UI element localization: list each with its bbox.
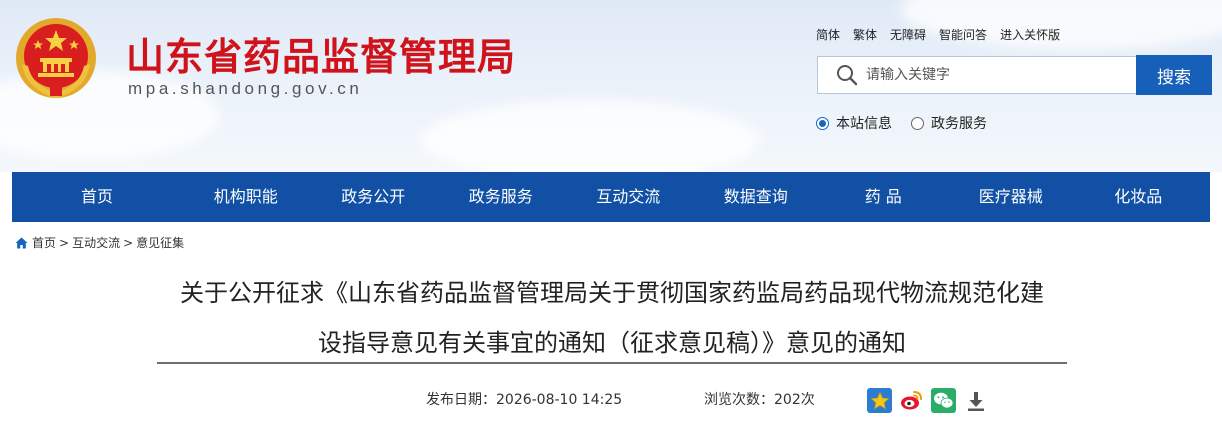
nav-public-affairs[interactable]: 政务公开	[310, 172, 438, 222]
link-care-mode[interactable]: 进入关怀版	[1000, 26, 1060, 44]
site-title: 山东省药品监督管理局	[126, 35, 517, 79]
publish-date: 发布日期：2026-08-10 14:25	[426, 392, 623, 408]
home-icon	[15, 237, 28, 248]
article-title-line: 设指导意见有关事宜的通知（征求意见稿）》意见的通知	[318, 329, 906, 357]
national-emblem-icon	[16, 18, 96, 98]
nav-organization[interactable]: 机构职能	[182, 172, 310, 222]
share-bar	[867, 388, 988, 413]
title-divider	[157, 362, 1067, 364]
search-button[interactable]: 搜索	[1136, 55, 1212, 95]
site-domain: mpa.shandong.gov.cn	[128, 79, 363, 98]
scope-label: 政务服务	[931, 116, 987, 132]
nav-medical-devices[interactable]: 医疗器械	[947, 172, 1075, 222]
site-header: 山东省药品监督管理局 mpa.shandong.gov.cn 简体 繁体 无障碍…	[0, 0, 1222, 172]
view-count: 浏览次数：202次	[704, 392, 815, 408]
link-smart-qa[interactable]: 智能问答	[939, 26, 987, 44]
nav-government-services[interactable]: 政务服务	[437, 172, 565, 222]
scope-site-info[interactable]: 本站信息	[816, 113, 892, 133]
radio-selected-icon[interactable]	[816, 116, 829, 130]
search-box	[817, 56, 1137, 94]
link-accessibility[interactable]: 无障碍	[890, 26, 926, 44]
search-input[interactable]	[866, 67, 1116, 83]
top-links: 简体 繁体 无障碍 智能问答 进入关怀版	[816, 26, 1060, 44]
breadcrumb-separator: >	[59, 235, 70, 250]
weibo-icon[interactable]	[899, 388, 924, 413]
link-simplified[interactable]: 简体	[816, 26, 840, 44]
breadcrumb-separator: >	[123, 235, 134, 250]
main-nav: 首页 机构职能 政务公开 政务服务 互动交流 数据查询 药 品 医疗器械 化妆品	[12, 172, 1210, 222]
article-title-line: 关于公开征求《山东省药品监督管理局关于贯彻国家药监局药品现代物流规范化建	[180, 279, 1044, 307]
scope-government-services[interactable]: 政务服务	[911, 113, 987, 133]
nav-cosmetics[interactable]: 化妆品	[1075, 172, 1203, 222]
link-traditional[interactable]: 繁体	[853, 26, 877, 44]
breadcrumb: 首页 > 互动交流 > 意见征集	[15, 234, 184, 251]
search-scope: 本站信息 政务服务	[816, 113, 987, 133]
breadcrumb-interaction[interactable]: 互动交流	[72, 234, 120, 251]
scope-label: 本站信息	[836, 116, 892, 132]
favorite-star-icon[interactable]	[867, 388, 892, 413]
breadcrumb-opinion-collection[interactable]: 意见征集	[136, 234, 184, 251]
nav-home[interactable]: 首页	[12, 172, 182, 222]
nav-data-query[interactable]: 数据查询	[692, 172, 820, 222]
radio-unselected-icon[interactable]	[911, 116, 924, 130]
download-icon[interactable]	[963, 388, 988, 413]
wechat-icon[interactable]	[931, 388, 956, 413]
background-cloud	[420, 100, 760, 172]
search-icon	[837, 65, 858, 86]
breadcrumb-home[interactable]: 首页	[32, 234, 56, 251]
nav-drugs[interactable]: 药 品	[820, 172, 948, 222]
article-title: 关于公开征求《山东省药品监督管理局关于贯彻国家药监局药品现代物流规范化建 设指导…	[158, 268, 1066, 368]
nav-interaction[interactable]: 互动交流	[565, 172, 693, 222]
